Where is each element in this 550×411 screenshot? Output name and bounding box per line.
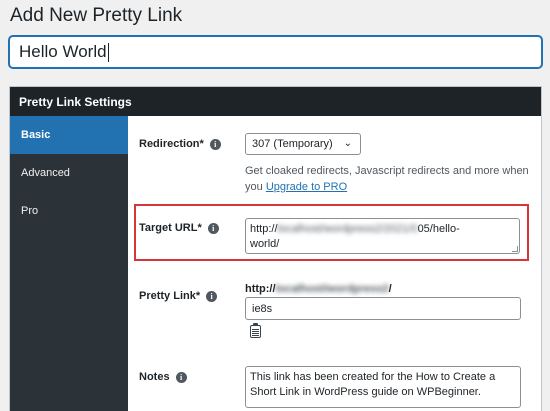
link-title-input[interactable]: Hello World: [9, 36, 542, 68]
settings-content: Redirection* i 307 (Temporary) ⌄ Get clo…: [128, 116, 541, 411]
tab-pro[interactable]: Pro: [10, 192, 128, 230]
tab-basic[interactable]: Basic: [10, 116, 128, 154]
target-url-blurred: localhost/wordpress2/2021/0: [277, 223, 418, 235]
notes-line2: Short Link in WordPress guide on WPBegin…: [250, 386, 481, 398]
info-icon[interactable]: i: [206, 290, 218, 302]
text-caret: [107, 42, 109, 62]
copy-icon[interactable]: [250, 323, 261, 338]
redirection-select[interactable]: 307 (Temporary) ⌄: [245, 133, 361, 155]
page-title: Add New Pretty Link: [10, 5, 183, 26]
notes-label: Notes i: [139, 371, 187, 383]
chevron-down-icon: ⌄: [343, 138, 352, 149]
target-url-line2: world/: [250, 238, 280, 250]
pretty-link-label-text: Pretty Link*: [139, 290, 201, 302]
target-url-start: http://: [250, 223, 278, 235]
settings-panel: Pretty Link Settings Basic Advanced Pro …: [9, 86, 542, 411]
notes-textarea[interactable]: This link has been created for the How t…: [245, 366, 521, 408]
info-icon[interactable]: i: [175, 371, 187, 383]
resize-handle-icon[interactable]: [512, 246, 518, 252]
prefix-blurred: localhost/wordpress2: [275, 283, 389, 295]
upgrade-to-pro-link[interactable]: Upgrade to PRO: [266, 181, 347, 193]
redirection-selected-value: 307 (Temporary): [252, 138, 333, 150]
target-url-textarea[interactable]: http://localhost/wordpress2/2021/005/hel…: [245, 218, 520, 254]
pretty-link-slug-input[interactable]: ie8s: [245, 297, 521, 320]
pretty-link-prefix: http://localhost/wordpress2/: [245, 283, 392, 295]
target-url-line1: http://localhost/wordpress2/2021/005/hel…: [250, 222, 515, 237]
target-url-end: 05/hello-: [417, 223, 460, 235]
info-icon[interactable]: i: [209, 138, 221, 150]
target-url-label-text: Target URL*: [139, 222, 202, 234]
redirection-label: Redirection* i: [139, 138, 221, 150]
redirection-help: Get cloaked redirects, Javascript redire…: [245, 163, 535, 195]
notes-label-text: Notes: [139, 371, 170, 383]
prefix-end: /: [388, 283, 392, 295]
notes-line1: This link has been created for the How t…: [250, 371, 496, 383]
prefix-start: http://: [245, 283, 276, 295]
settings-tabs: Basic Advanced Pro: [10, 116, 128, 411]
pretty-link-label: Pretty Link* i: [139, 290, 218, 302]
link-title-value: Hello World: [19, 42, 107, 61]
slug-value: ie8s: [252, 302, 273, 315]
redirection-label-text: Redirection*: [139, 138, 204, 150]
tab-advanced[interactable]: Advanced: [10, 154, 128, 192]
target-url-label: Target URL* i: [139, 222, 219, 234]
info-icon[interactable]: i: [207, 222, 219, 234]
panel-header: Pretty Link Settings: [10, 87, 541, 116]
